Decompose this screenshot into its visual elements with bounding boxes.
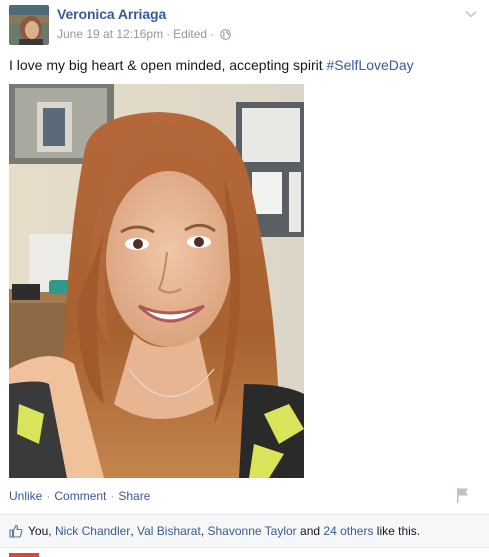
liker-link[interactable]: Nick Chandler xyxy=(55,524,130,538)
author-name[interactable]: Veronica Arriaga xyxy=(57,6,166,22)
post-text: I love my big heart & open minded, accep… xyxy=(9,57,414,73)
likes-bar: You, Nick Chandler, Val Bisharat, Shavon… xyxy=(0,514,489,547)
flag-icon[interactable] xyxy=(455,486,471,504)
facebook-post: Veronica Arriaga June 19 at 12:16pm · Ed… xyxy=(0,0,489,557)
liker-link[interactable]: Shavonne Taylor xyxy=(208,524,297,538)
action-separator: · xyxy=(110,489,115,503)
avatar-image xyxy=(9,5,49,45)
comment-link[interactable]: Comment xyxy=(54,489,106,503)
thumbs-up-icon xyxy=(9,524,23,538)
likes-comma: , xyxy=(200,524,205,538)
post-photo[interactable] xyxy=(9,84,304,478)
next-post-edge xyxy=(0,547,489,557)
edited-label[interactable]: Edited xyxy=(173,27,207,41)
meta-separator: · xyxy=(210,27,215,41)
share-link[interactable]: Share xyxy=(118,489,150,503)
likes-and: and xyxy=(300,524,321,538)
likes-you: You, xyxy=(28,524,52,538)
author-avatar[interactable] xyxy=(9,5,49,45)
post-meta: June 19 at 12:16pm · Edited · xyxy=(57,27,231,41)
chevron-down-icon[interactable] xyxy=(463,6,479,22)
next-post-thumbnail xyxy=(9,553,39,557)
selfie-photo-image xyxy=(9,84,304,478)
action-separator: · xyxy=(46,489,51,503)
post-text-body: I love my big heart & open minded, accep… xyxy=(9,57,327,73)
post-timestamp[interactable]: June 19 at 12:16pm xyxy=(57,27,163,41)
hashtag-link[interactable]: #SelfLoveDay xyxy=(327,57,414,73)
meta-separator: · xyxy=(166,27,171,41)
likes-comma: , xyxy=(130,524,134,538)
unlike-link[interactable]: Unlike xyxy=(9,489,42,503)
likes-suffix: like this. xyxy=(376,524,421,538)
post-actions: Unlike · Comment · Share xyxy=(9,489,150,503)
likes-summary: You, Nick Chandler, Val Bisharat, Shavon… xyxy=(9,524,420,538)
globe-icon[interactable] xyxy=(220,28,231,40)
liker-link[interactable]: Val Bisharat xyxy=(137,524,201,538)
likes-others-link[interactable]: 24 others xyxy=(323,524,373,538)
